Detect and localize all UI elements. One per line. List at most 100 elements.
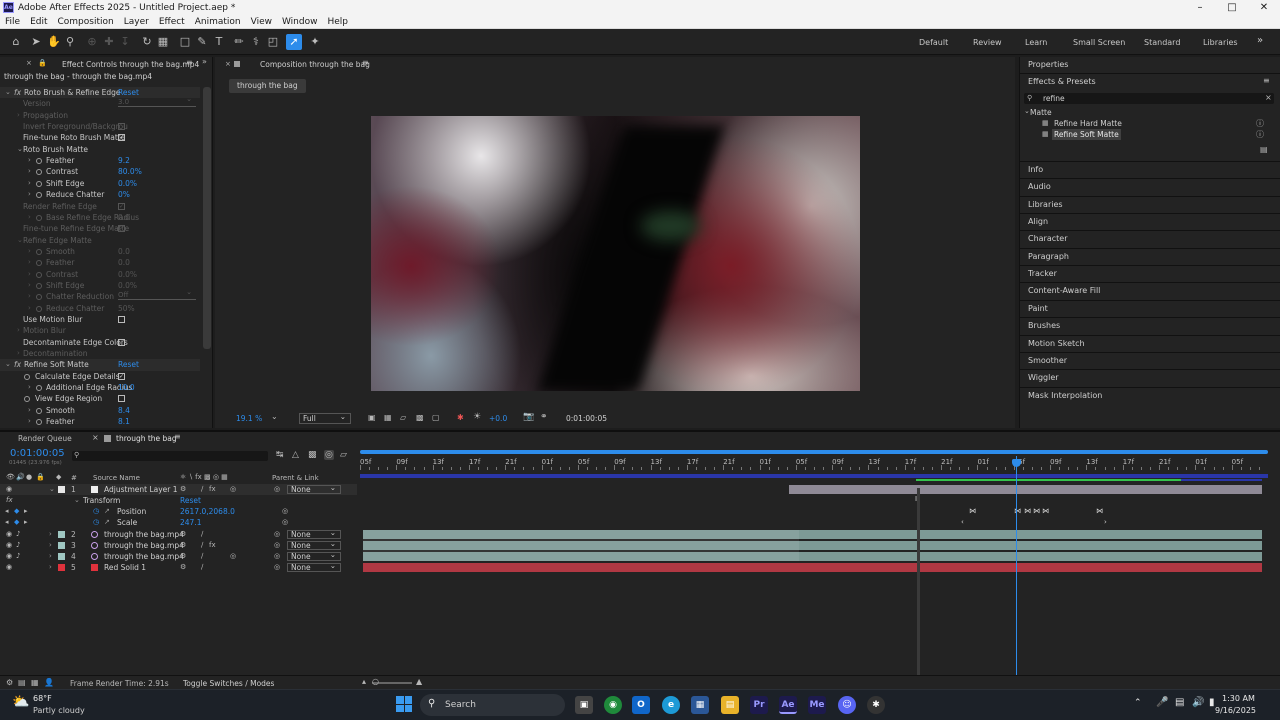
effect-property-row[interactable]: Calculate Edge Details ✓ [0, 371, 200, 382]
effect-property-row[interactable]: View Edge Region [0, 393, 200, 404]
workspace-review[interactable]: Review [973, 38, 1002, 47]
chevron-down-icon[interactable]: ⌄ [1024, 107, 1030, 115]
in-out-icon[interactable]: ▦ [31, 678, 39, 687]
property-value[interactable]: 0% [118, 189, 130, 200]
effect-property-row[interactable]: ⌄ Refine Edge Matte [0, 235, 200, 246]
transparency-grid-icon[interactable]: ▦ [384, 413, 392, 422]
label-color-swatch[interactable] [58, 564, 65, 571]
shy-switch-icon[interactable]: ⚙ [180, 562, 186, 573]
stopwatch-icon[interactable] [36, 305, 42, 312]
panel-section-brushes[interactable]: Brushes [1028, 321, 1060, 330]
current-time-display[interactable]: 0:01:00:05 [566, 414, 607, 423]
keyframe[interactable]: ⋈ [1042, 507, 1049, 515]
audio-icon[interactable]: ♪ [16, 551, 20, 562]
chevron-up-icon[interactable]: ⌃ [1134, 698, 1142, 708]
chevron-right-icon[interactable]: › [28, 280, 31, 291]
chevron-down-icon[interactable]: ⌄ [5, 87, 11, 98]
battery-icon[interactable]: ▮ [1209, 697, 1215, 708]
stopwatch-icon[interactable] [36, 192, 42, 199]
label-color-swatch[interactable] [58, 486, 65, 493]
eye-icon[interactable]: ◉ [6, 551, 12, 562]
chevron-right-icon[interactable]: › [17, 325, 20, 336]
effect-property-row[interactable]: Render Refine Edge ✓ [0, 201, 200, 212]
close-tab-icon[interactable]: × [26, 59, 32, 67]
app-icon[interactable]: ✱ [867, 696, 885, 714]
chevron-right-icon[interactable]: › [49, 529, 52, 540]
effect-property-row[interactable]: › Decontamination [0, 348, 200, 359]
exposure-value[interactable]: +0.0 [489, 414, 507, 423]
hand-tool-icon[interactable]: ✋ [46, 34, 62, 50]
stopwatch-icon[interactable] [36, 214, 42, 221]
effect-property-row[interactable]: › Smooth 8.4 [0, 405, 200, 416]
audio-icon[interactable]: ♪ [16, 540, 20, 551]
layer-name[interactable]: Red Solid 1 [104, 562, 146, 573]
layer-row[interactable]: ◉ ⌄ 1 Adjustment Layer 1 ⚙ ∕ fx ◎ ◎ None ⌄ [0, 484, 357, 495]
panel-section-motion-sketch[interactable]: Motion Sketch [1028, 339, 1085, 348]
effect-property-row[interactable]: › Contrast 80.0% [0, 166, 200, 177]
property-value[interactable]: 0.0% [118, 178, 137, 189]
property-value[interactable]: 0.0% [118, 280, 137, 291]
chevron-right-icon[interactable]: › [28, 303, 31, 314]
zoom-tool-icon[interactable]: ⚲ [62, 34, 78, 50]
property-value[interactable]: 0.0 [118, 212, 130, 223]
chevron-down-icon[interactable]: ⌄ [17, 144, 23, 155]
minimize-icon[interactable]: – [1184, 0, 1216, 15]
effect-property-row[interactable]: › Reduce Chatter 50% [0, 303, 200, 314]
keyframe[interactable]: › [1104, 518, 1107, 526]
info-icon[interactable]: ⓘ [1256, 118, 1264, 129]
draft-3d-icon[interactable]: △ [292, 450, 299, 460]
effects-presets-header[interactable]: Effects & Presets [1028, 77, 1096, 86]
weather-temp[interactable]: 68°F [33, 694, 52, 703]
panel-section-libraries[interactable]: Libraries [1028, 200, 1063, 209]
chevron-right-icon[interactable]: › [49, 562, 52, 573]
panel-menu-icon[interactable]: ≡ [186, 58, 193, 67]
effect-property-row[interactable]: Use Motion Blur [0, 314, 200, 325]
workspace-libraries[interactable]: Libraries [1203, 38, 1238, 47]
chevron-right-icon[interactable]: › [28, 405, 31, 416]
layer-name[interactable]: through the bag.mp4 [104, 529, 184, 540]
property-value[interactable]: 247.1 [180, 517, 201, 528]
parent-dropdown[interactable]: None ⌄ [287, 551, 341, 561]
weather-desc[interactable]: Partly cloudy [33, 706, 85, 715]
scrollbar[interactable] [203, 87, 211, 349]
windows-start-icon[interactable] [396, 696, 412, 712]
effect-property-row[interactable]: › Shift Edge 0.0% [0, 280, 200, 291]
clone-stamp-tool-icon[interactable]: ⚕ [248, 34, 264, 50]
layer-search-input[interactable]: ⚲ [72, 451, 268, 461]
playhead-line[interactable] [1016, 456, 1017, 678]
stopwatch-icon[interactable]: ◷ [93, 506, 99, 517]
property-value[interactable]: 0.0 [118, 257, 130, 268]
effect-property-row[interactable]: › Base Refine Edge Radius 0.0 [0, 212, 200, 223]
parent-dropdown[interactable]: None ⌄ [287, 562, 341, 572]
pick-whip-icon[interactable]: ◎ [274, 551, 280, 562]
workspace-learn[interactable]: Learn [1025, 38, 1047, 47]
keyframe[interactable]: ⋈ [1096, 507, 1103, 515]
chevron-right-icon[interactable]: › [28, 257, 31, 268]
maximize-icon[interactable]: □ [1216, 0, 1248, 15]
chevron-right-icon[interactable]: › [17, 110, 20, 121]
rectangle-tool-icon[interactable]: □ [177, 34, 193, 50]
stopwatch-icon[interactable] [36, 385, 42, 392]
panel-section-mask-interpolation[interactable]: Mask Interpolation [1028, 391, 1102, 400]
reset-button[interactable]: Reset [118, 359, 139, 370]
graph-editor-icon[interactable]: ▱ [340, 450, 347, 460]
chevron-right-icon[interactable]: › [28, 291, 31, 302]
property-checkbox[interactable]: ✓ [118, 225, 125, 233]
pen-tool-icon[interactable]: ✎ [194, 34, 210, 50]
parent-dropdown[interactable]: None ⌄ [287, 484, 341, 494]
stopwatch-icon[interactable] [36, 169, 42, 176]
effect-property-row[interactable]: › Smooth 0.0 [0, 246, 200, 257]
stopwatch-icon[interactable] [36, 407, 42, 414]
stopwatch-icon[interactable] [24, 396, 30, 403]
render-queue-tab[interactable]: Render Queue [18, 434, 72, 443]
property-checkbox[interactable]: ✓ [118, 202, 125, 210]
panel-section-wiggler[interactable]: Wiggler [1028, 373, 1059, 382]
quality-switch-icon[interactable]: ∕ [201, 529, 203, 540]
workspace-standard[interactable]: Standard [1144, 38, 1180, 47]
media-encoder-icon[interactable]: Me [808, 696, 826, 714]
shy-switch-icon[interactable]: ⚙ [180, 540, 186, 551]
prev-keyframe-icon[interactable]: ◂ [5, 517, 9, 528]
channel-icon[interactable]: ✱ [457, 413, 464, 422]
workspace-overflow-icon[interactable]: » [1257, 35, 1263, 46]
rotation-tool-icon[interactable]: ↻ [139, 34, 155, 50]
